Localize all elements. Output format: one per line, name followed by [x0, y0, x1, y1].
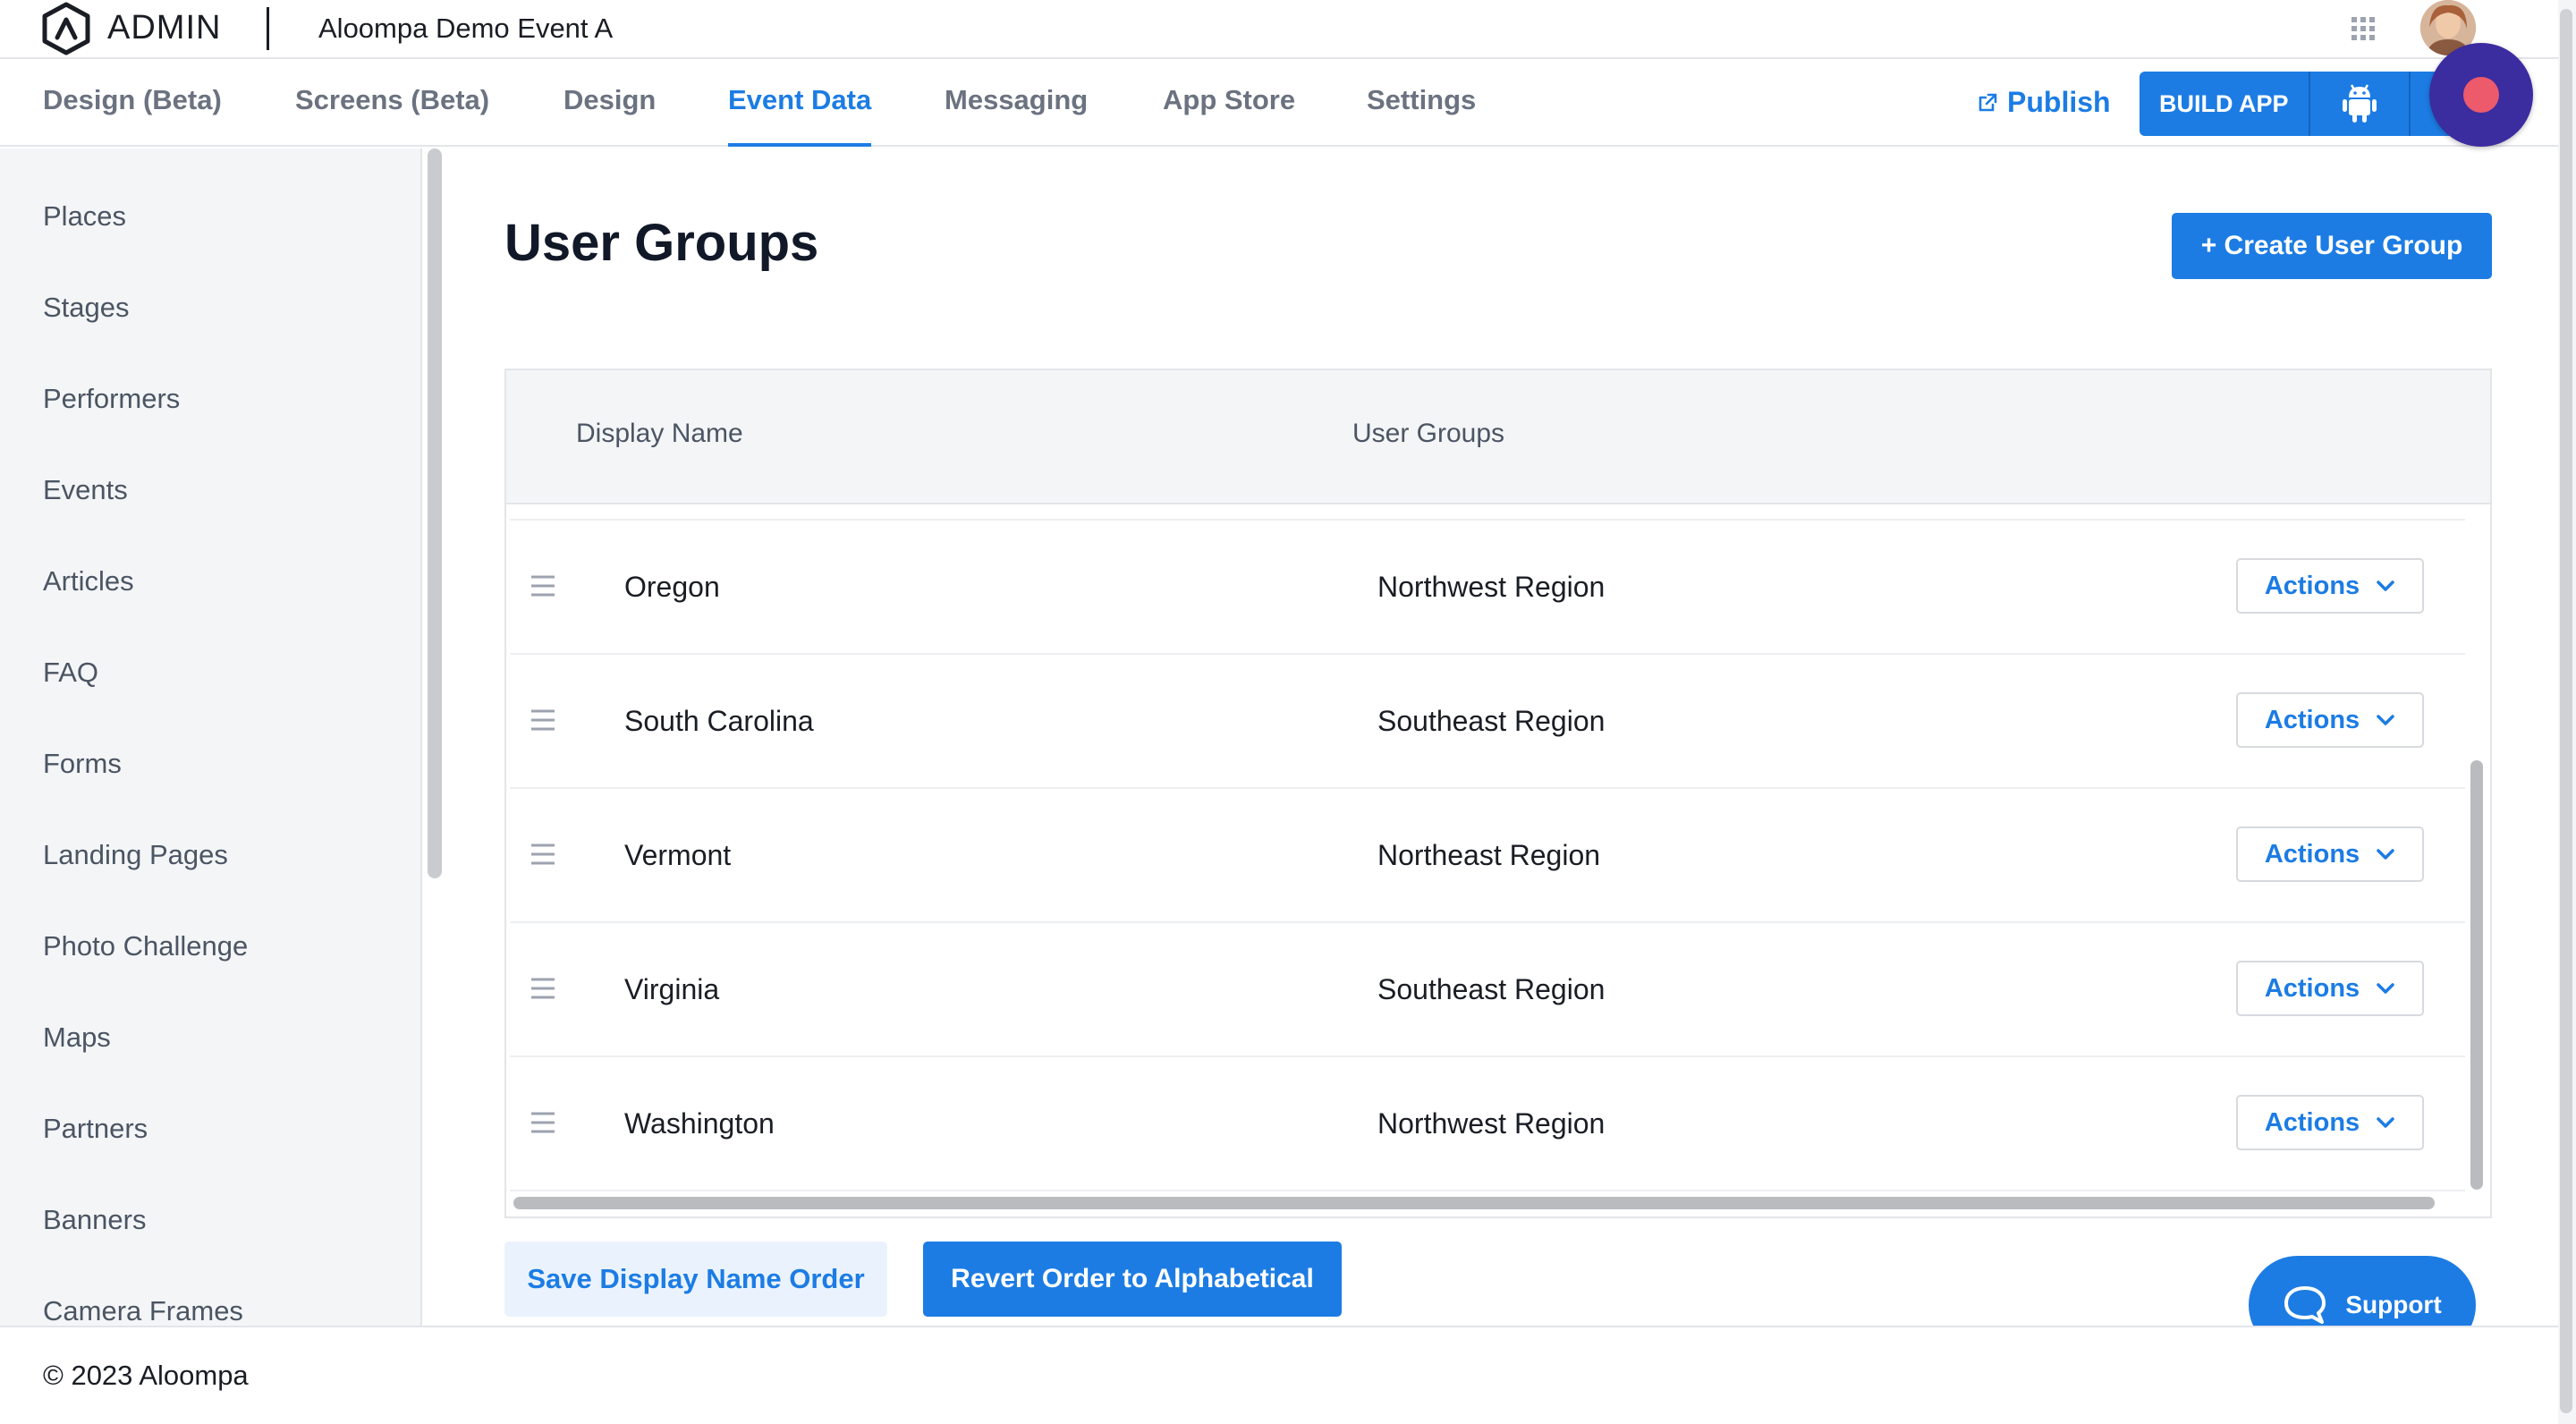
android-icon	[2342, 84, 2377, 123]
build-android-button[interactable]	[2308, 72, 2409, 136]
apps-grid-icon[interactable]	[2351, 16, 2376, 41]
tab-screens-beta[interactable]: Screens (Beta)	[295, 84, 489, 147]
event-name[interactable]: Aloompa Demo Event A	[318, 13, 613, 45]
sidebar-item-partners[interactable]: Partners	[43, 1113, 148, 1145]
tab-messaging[interactable]: Messaging	[945, 84, 1088, 147]
record-icon	[2463, 77, 2499, 113]
table-row: Vermont Northeast Region Actions	[510, 789, 2465, 923]
tab-settings[interactable]: Settings	[1367, 84, 1476, 147]
sidebar-item-maps[interactable]: Maps	[43, 1021, 111, 1054]
chevron-down-icon	[2377, 1117, 2394, 1128]
column-header-user-groups[interactable]: User Groups	[1352, 419, 1504, 449]
create-user-group-button[interactable]: + Create User Group	[2172, 213, 2492, 279]
cell-display-name: South Carolina	[624, 705, 814, 737]
footer: © 2023 Aloompa	[0, 1326, 2558, 1424]
record-button[interactable]	[2429, 43, 2533, 147]
revert-order-button[interactable]: Revert Order to Alphabetical	[923, 1242, 1342, 1317]
drag-handle-icon[interactable]	[530, 977, 556, 1000]
actions-label: Actions	[2264, 571, 2360, 600]
chevron-down-icon	[2377, 849, 2394, 860]
actions-dropdown[interactable]: Actions	[2236, 558, 2424, 614]
actions-label: Actions	[2264, 839, 2360, 869]
table-row: Oregon Northwest Region Actions	[510, 521, 2465, 655]
chevron-down-icon	[2377, 581, 2394, 591]
actions-dropdown[interactable]: Actions	[2236, 692, 2424, 748]
drag-handle-icon[interactable]	[530, 1111, 556, 1134]
cell-display-name: Vermont	[624, 839, 732, 871]
cell-display-name: Washington	[624, 1107, 775, 1140]
cell-user-group: Northeast Region	[1377, 839, 1601, 871]
publish-button[interactable]: Publish	[1977, 86, 2111, 119]
chevron-down-icon	[2377, 983, 2394, 994]
sidebar-item-landing-pages[interactable]: Landing Pages	[43, 839, 228, 871]
table-vertical-scrollbar[interactable]	[2470, 760, 2483, 1190]
page-title: User Groups	[504, 214, 819, 272]
actions-dropdown[interactable]: Actions	[2236, 1095, 2424, 1150]
chat-bubble-icon	[2284, 1286, 2326, 1324]
actions-label: Actions	[2264, 1107, 2360, 1137]
sidebar-item-photo-challenge[interactable]: Photo Challenge	[43, 930, 248, 962]
chevron-down-icon	[2377, 715, 2394, 725]
sidebar-item-places[interactable]: Places	[43, 200, 126, 233]
aloompa-logo-icon[interactable]	[41, 2, 91, 55]
cell-display-name: Oregon	[624, 571, 720, 603]
table-row: Washington Northwest Region Actions	[510, 1057, 2465, 1191]
sidebar-scrollbar[interactable]	[428, 148, 442, 878]
actions-dropdown[interactable]: Actions	[2236, 961, 2424, 1016]
cell-display-name: Virginia	[624, 973, 720, 1005]
save-display-name-order-button[interactable]: Save Display Name Order	[504, 1242, 887, 1317]
drag-handle-icon[interactable]	[530, 708, 556, 732]
copyright-text: © 2023 Aloompa	[43, 1360, 249, 1391]
tab-design-beta[interactable]: Design (Beta)	[43, 84, 222, 147]
page-scrollbar[interactable]	[2560, 9, 2572, 1413]
cell-user-group: Northwest Region	[1377, 571, 1606, 603]
cell-user-group: Northwest Region	[1377, 1107, 1606, 1140]
tab-event-data[interactable]: Event Data	[728, 84, 872, 147]
drag-handle-icon[interactable]	[530, 843, 556, 866]
actions-dropdown[interactable]: Actions	[2236, 826, 2424, 882]
logo-text: ADMIN	[107, 9, 222, 47]
actions-label: Actions	[2264, 973, 2360, 1003]
header-divider	[267, 7, 269, 50]
actions-label: Actions	[2264, 705, 2360, 734]
sidebar-item-articles[interactable]: Articles	[43, 565, 134, 598]
sidebar: Places Stages Performers Events Articles…	[0, 148, 422, 1327]
sidebar-item-banners[interactable]: Banners	[43, 1204, 146, 1236]
build-app-button[interactable]: BUILD APP	[2140, 72, 2309, 136]
support-label: Support	[2345, 1291, 2442, 1318]
cell-user-group: Southeast Region	[1377, 973, 1606, 1005]
sidebar-item-camera-frames[interactable]: Camera Frames	[43, 1295, 243, 1327]
table-header: Display Name User Groups	[506, 370, 2490, 504]
sidebar-item-forms[interactable]: Forms	[43, 748, 122, 780]
publish-label: Publish	[2007, 86, 2111, 118]
tab-app-store[interactable]: App Store	[1163, 84, 1295, 147]
sidebar-item-performers[interactable]: Performers	[43, 383, 180, 415]
sidebar-item-stages[interactable]: Stages	[43, 292, 130, 324]
top-bar: ADMIN Aloompa Demo Event A	[0, 0, 2576, 59]
tab-design[interactable]: Design	[564, 84, 656, 147]
column-header-display-name[interactable]: Display Name	[576, 419, 743, 449]
cell-user-group: Southeast Region	[1377, 705, 1606, 737]
sidebar-item-faq[interactable]: FAQ	[43, 657, 98, 689]
nav-bar: Design (Beta) Screens (Beta) Design Even…	[0, 61, 2576, 147]
drag-handle-icon[interactable]	[530, 574, 556, 598]
table-row: Virginia Southeast Region Actions	[510, 923, 2465, 1057]
table-horizontal-scrollbar[interactable]	[513, 1197, 2435, 1209]
user-groups-table: Display Name User Groups Oregon Northwes…	[504, 369, 2492, 1218]
table-row: South Carolina Southeast Region Actions	[510, 655, 2465, 789]
sidebar-item-events[interactable]: Events	[43, 474, 128, 506]
external-link-icon	[1979, 93, 1997, 111]
